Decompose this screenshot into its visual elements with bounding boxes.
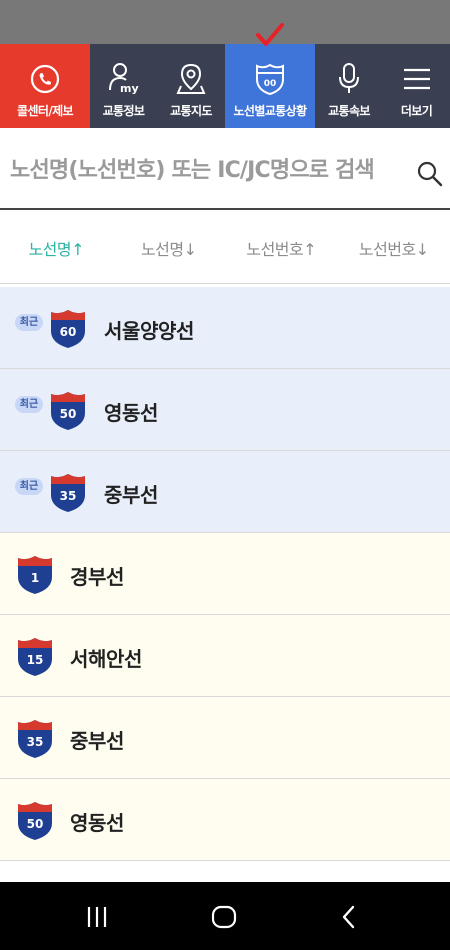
phone-icon [30, 62, 60, 96]
route-number: 50 [26, 817, 44, 831]
person-my-icon-text: my [120, 82, 139, 95]
back-icon[interactable] [336, 902, 362, 932]
search-bar [0, 128, 450, 210]
sort-tabs: 노선명↑ 노선명↓ 노선번호↑ 노선번호↓ [0, 212, 450, 284]
route-number: 1 [30, 571, 40, 585]
route-name: 영동선 [104, 401, 158, 425]
hamburger-menu-icon [402, 62, 432, 96]
route-name: 영동선 [70, 811, 124, 835]
recent-badge: 최근 [15, 478, 43, 495]
nav-traffic-info-label: 교통정보 [102, 104, 145, 118]
highway-shield-icon: 00 [254, 62, 286, 96]
route-name: 중부선 [70, 729, 124, 753]
nav-more-label: 더보기 [400, 104, 433, 118]
highway-shield-icon: 1 [16, 555, 54, 595]
nav-traffic-news[interactable]: 교통속보 [315, 44, 383, 128]
status-bar [0, 0, 450, 44]
route-name: 서해안선 [70, 647, 142, 671]
route-list: 최근 60 서울양양선 최근 50 영동선 최근 35 중부선 1 경부선 15… [0, 287, 450, 861]
nav-traffic-map-label: 교통지도 [170, 104, 212, 118]
route-number: 35 [26, 735, 44, 749]
route-name: 서울양양선 [104, 319, 194, 343]
highway-shield-icon: 60 [49, 309, 87, 349]
nav-call-center-label: 콜센터/제보 [17, 104, 74, 118]
route-number: 15 [26, 653, 44, 667]
nav-route-traffic[interactable]: 00 노선별교통상황 [225, 23, 315, 128]
sort-tab-number-asc[interactable]: 노선번호↑ [225, 236, 338, 260]
nav-traffic-info[interactable]: my 교통정보 [90, 44, 157, 128]
highway-shield-icon: 50 [16, 801, 54, 841]
sort-tab-name-asc[interactable]: 노선명↑ [0, 236, 113, 260]
route-number: 50 [59, 407, 77, 421]
search-input[interactable] [10, 154, 420, 186]
route-row[interactable]: 최근 50 영동선 [0, 369, 450, 451]
top-navigation: 콜센터/제보 my 교통정보 교통지도 00 노선별교통상황 교통속보 더보기 [0, 23, 450, 128]
route-row[interactable]: 최근 35 중부선 [0, 451, 450, 533]
highway-shield-icon: 15 [16, 637, 54, 677]
highway-shield-icon: 50 [49, 391, 87, 431]
microphone-icon [336, 62, 362, 96]
route-name: 경부선 [70, 565, 124, 589]
location-pin-icon [176, 62, 206, 96]
route-row[interactable]: 15 서해안선 [0, 615, 450, 697]
route-row[interactable]: 1 경부선 [0, 533, 450, 615]
recent-badge: 최근 [15, 396, 43, 413]
nav-call-center[interactable]: 콜센터/제보 [0, 44, 90, 128]
route-number: 60 [59, 325, 77, 339]
nav-traffic-map[interactable]: 교통지도 [157, 44, 225, 128]
route-name: 중부선 [104, 483, 158, 507]
highway-shield-icon: 35 [49, 473, 87, 513]
route-row[interactable]: 최근 60 서울양양선 [0, 287, 450, 369]
nav-traffic-news-label: 교통속보 [328, 104, 370, 118]
route-row[interactable]: 50 영동선 [0, 779, 450, 861]
nav-more[interactable]: 더보기 [383, 44, 450, 128]
person-my-icon: my [107, 62, 141, 96]
home-icon[interactable] [208, 902, 240, 932]
route-number: 35 [59, 489, 77, 503]
system-navigation-bar [0, 882, 450, 950]
recent-apps-icon[interactable] [82, 902, 112, 932]
sort-tab-number-desc[interactable]: 노선번호↓ [338, 236, 450, 260]
sort-tab-name-desc[interactable]: 노선명↓ [113, 236, 226, 260]
recent-badge: 최근 [15, 314, 43, 331]
route-row[interactable]: 35 중부선 [0, 697, 450, 779]
check-mark-icon [255, 22, 285, 52]
highway-shield-icon: 35 [16, 719, 54, 759]
nav-route-traffic-label: 노선별교통상황 [233, 104, 307, 118]
highway-shield-icon-text: 00 [264, 79, 277, 89]
search-icon[interactable] [416, 160, 444, 192]
